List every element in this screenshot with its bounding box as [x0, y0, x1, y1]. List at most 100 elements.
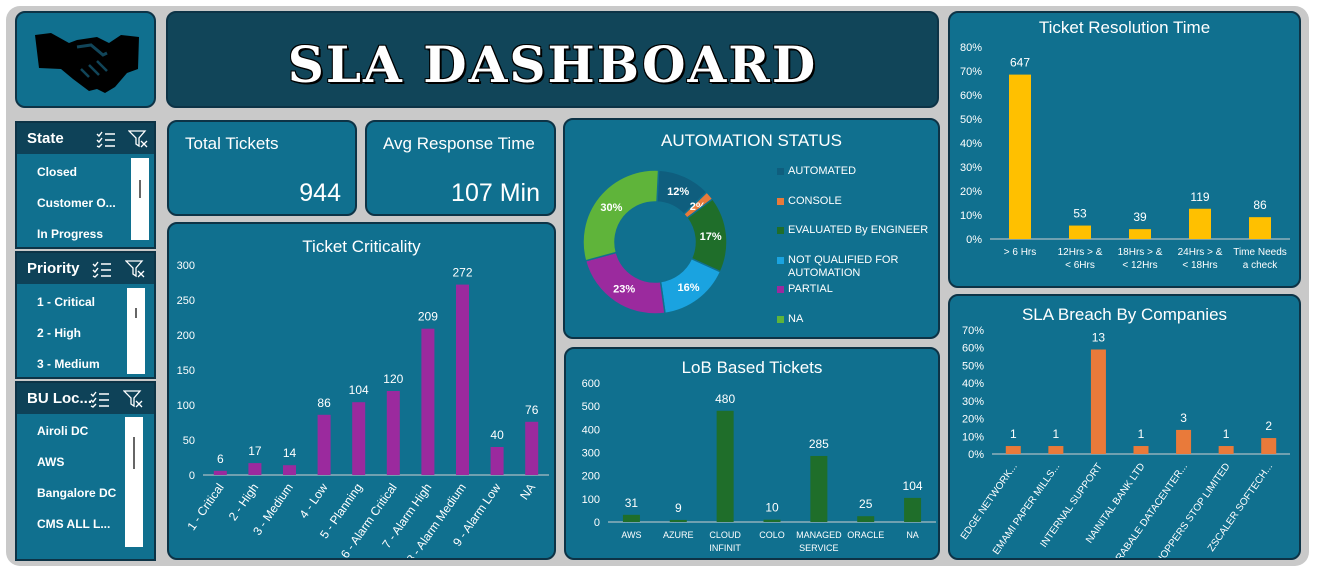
slicer-item[interactable]: Customer O... [37, 196, 116, 210]
bar [857, 516, 875, 522]
y-tick-label: 400 [582, 424, 600, 436]
slicer-scrollbar[interactable] [127, 288, 145, 374]
slicer-item[interactable]: 1 - Critical [37, 295, 95, 309]
data-label: 647 [1010, 56, 1030, 70]
slicer-scrollbar[interactable] [125, 417, 143, 547]
x-tick-label: NA [906, 530, 919, 540]
multi-select-icon[interactable] [90, 390, 110, 408]
data-label: 39 [1133, 210, 1147, 224]
x-tick-label: SERVICE [799, 543, 838, 553]
bar [490, 447, 504, 475]
y-tick-label: 10% [960, 210, 982, 222]
y-tick-label: 100 [177, 400, 195, 412]
donut-data-label: 17% [700, 231, 722, 243]
bar [456, 284, 469, 475]
clear-filter-icon[interactable] [128, 130, 148, 148]
multi-select-icon[interactable] [92, 260, 112, 278]
priority-slicer[interactable]: Priority 1 - Critical 2 - High 3 - Mediu… [15, 251, 156, 379]
bar [525, 421, 539, 475]
x-tick-label: MANAGED [796, 530, 842, 540]
lob-tickets-panel: LoB Based Tickets 0 100 200 300 400 500 600 31 A… [564, 347, 940, 560]
x-tick-label: 18Hrs > & [1118, 247, 1163, 258]
slicer-item[interactable]: 3 - Medium [37, 357, 100, 371]
legend-label: PARTIAL [788, 283, 833, 295]
bar [317, 414, 331, 475]
resolution-time-panel: Ticket Resolution Time 0% 10% 20% 30% 40% 50%… [948, 11, 1301, 288]
slicer-item[interactable]: Airoli DC [37, 424, 88, 438]
bar [1048, 446, 1064, 454]
x-tick-label: > 6 Hrs [1004, 247, 1037, 258]
bar [763, 519, 781, 522]
y-tick-label: 50 [183, 435, 195, 447]
data-label: 31 [625, 496, 639, 510]
bar [1090, 349, 1106, 454]
x-tick-label: 1 - Critical [184, 481, 226, 533]
x-tick-label: 2 - High [226, 481, 262, 523]
data-label: 76 [525, 403, 539, 417]
slicer-item[interactable]: In Progress [37, 227, 103, 241]
data-label: 104 [903, 479, 923, 493]
clear-filter-icon[interactable] [123, 390, 143, 408]
slicer-scrollbar[interactable] [131, 158, 149, 240]
slicer-item[interactable]: CMS ALL L... [37, 517, 110, 531]
donut-data-label: 16% [677, 282, 699, 294]
x-tick-label: CLOUD [709, 530, 741, 540]
logo-panel [15, 11, 156, 108]
bu-location-slicer[interactable]: BU Loc... Airoli DC AWS Bangalore DC CMS… [15, 381, 156, 561]
bar [1249, 217, 1271, 239]
legend-label: NOT QUALIFIED FOR AUTOMATION [788, 254, 899, 279]
y-tick-label: 70% [960, 66, 982, 78]
y-tick-label: 0% [966, 234, 982, 246]
avg-response-card: Avg Response Time 107 Min [365, 120, 556, 216]
kpi-value: 944 [299, 179, 341, 207]
x-tick-label: RABALE DATACENTER... [1114, 461, 1190, 560]
slicer-item[interactable]: Closed [37, 165, 77, 179]
slicer-item[interactable]: AWS [37, 455, 64, 469]
x-tick-label: AZURE [663, 530, 694, 540]
clear-filter-icon[interactable] [125, 260, 145, 278]
state-slicer[interactable]: State Closed Customer O... In Progress [15, 121, 156, 249]
donut-data-label: 30% [600, 202, 622, 214]
ticket-criticality-panel: Ticket Criticality 0 50 100 150 200 250 300 6 1 … [167, 222, 556, 560]
data-label: 10 [765, 501, 779, 515]
data-label: 1 [1138, 427, 1145, 441]
y-tick-label: 20% [960, 186, 982, 198]
legend-swatch [777, 286, 784, 293]
x-tick-label: NA [517, 481, 538, 503]
data-label: 119 [1190, 190, 1209, 204]
bar [352, 402, 366, 475]
data-label: 25 [859, 497, 873, 511]
data-label: 285 [809, 437, 829, 451]
slicer-item[interactable]: Bangalore DC [37, 486, 116, 500]
bar [1129, 229, 1151, 239]
bar [716, 410, 734, 522]
x-tick-label: AWS [621, 530, 641, 540]
x-tick-label: < 12Hrs [1122, 260, 1157, 271]
bar [1005, 446, 1021, 454]
legend-swatch [777, 227, 784, 234]
x-tick-label: ORACLE [847, 530, 884, 540]
handshake-icon [35, 33, 139, 93]
bar [1009, 74, 1031, 239]
lob-tickets-chart: 010020030040050060031AWSAWS9AZUREAZURE48… [582, 378, 936, 553]
legend-swatch [777, 198, 784, 205]
y-tick-label: 30% [962, 396, 984, 408]
x-tick-label: 12Hrs > & [1058, 247, 1103, 258]
y-tick-label: 60% [960, 90, 982, 102]
legend-item: PARTIAL [777, 283, 936, 296]
donut-data-label: 12% [667, 186, 689, 198]
data-label: 14 [283, 446, 297, 460]
x-tick-label: 4 - Low [297, 480, 331, 521]
multi-select-icon[interactable] [96, 130, 116, 148]
bar [1189, 208, 1211, 239]
legend-label: NA [788, 313, 804, 325]
bar [1133, 446, 1149, 454]
data-label: 480 [715, 392, 735, 406]
y-tick-label: 80% [960, 42, 982, 54]
y-tick-label: 0 [189, 470, 195, 482]
slicer-item[interactable]: 2 - High [37, 326, 81, 340]
legend-swatch [777, 316, 784, 323]
bar [1176, 429, 1192, 454]
data-label: 2 [1265, 419, 1272, 433]
bar [1261, 438, 1277, 454]
